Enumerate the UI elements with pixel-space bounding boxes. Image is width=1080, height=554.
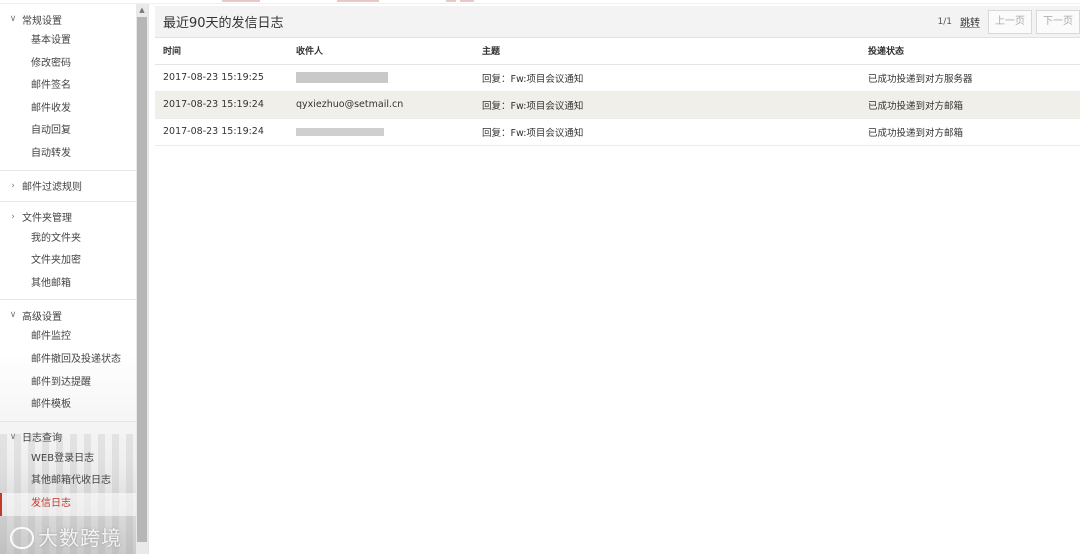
table-header-row: 时间 收件人 主题 投递状态	[155, 38, 1080, 65]
cell-time: 2017-08-23 15:19:25	[155, 64, 288, 92]
chevron-down-icon: ∨	[9, 431, 17, 442]
watermark: 大数跨境	[10, 522, 122, 551]
chevron-down-icon: ∨	[9, 310, 17, 321]
sidebar-item-recall-status[interactable]: 邮件撤回及投递状态	[0, 349, 136, 372]
column-header-subject[interactable]: 主题	[474, 38, 860, 65]
cell-subject: 回复：Fw:项目会议通知	[474, 118, 860, 146]
send-log-table: 时间 收件人 主题 投递状态 2017-08-23 15:19:25 回复：Fw…	[155, 38, 1080, 146]
cell-recipient	[288, 118, 474, 146]
triangle-up-icon[interactable]: ▲	[136, 4, 148, 16]
jump-link[interactable]: 跳转	[960, 14, 980, 29]
table-row[interactable]: 2017-08-23 15:19:24 回复：Fw:项目会议通知 已成功投递到对…	[155, 118, 1080, 146]
redacted-recipient	[296, 127, 384, 136]
nav-group-label: 文件夹管理	[22, 213, 72, 225]
cell-time: 2017-08-23 15:19:24	[155, 91, 288, 119]
nav-group-label: 邮件过滤规则	[22, 182, 82, 194]
column-header-recipient[interactable]: 收件人	[288, 38, 474, 65]
nav-group-header[interactable]: ∨ 日志查询	[0, 426, 136, 448]
sidebar-item-send-receive[interactable]: 邮件收发	[0, 98, 136, 121]
table-row[interactable]: 2017-08-23 15:19:24 qyxiezhuo@setmail.cn…	[155, 91, 1080, 119]
prev-page-button[interactable]: 上一页	[988, 9, 1032, 34]
table-row[interactable]: 2017-08-23 15:19:25 回复：Fw:项目会议通知 已成功投递到对…	[155, 64, 1080, 92]
next-page-button[interactable]: 下一页	[1036, 9, 1080, 34]
watermark-text: 大数跨境	[38, 526, 122, 550]
sidebar-item-signature[interactable]: 邮件签名	[0, 75, 136, 98]
sidebar-item-my-folders[interactable]: 我的文件夹	[0, 228, 136, 251]
chevron-right-icon: ›	[11, 180, 15, 191]
page-indicator: 1/1	[937, 16, 952, 27]
nav-group-label: 高级设置	[22, 311, 62, 323]
column-header-status[interactable]: 投递状态	[860, 38, 1080, 65]
sidebar-item-basic-settings[interactable]: 基本设置	[0, 30, 136, 53]
cell-recipient: qyxiezhuo@setmail.cn	[288, 91, 474, 119]
nav-group-general: ∨ 常规设置 基本设置 修改密码 邮件签名 邮件收发 自动回复 自动转发	[0, 4, 136, 171]
sidebar-scrollbar[interactable]: ▲	[136, 4, 148, 554]
main-panel: 最近90天的发信日志 1/1 跳转 上一页 下一页 时间 收件人 主题 投递状态	[155, 6, 1080, 554]
chevron-down-icon: ∨	[9, 14, 17, 24]
nav-group-folders: › 文件夹管理 我的文件夹 文件夹加密 其他邮箱	[0, 202, 136, 301]
sidebar-item-arrival-alert[interactable]: 邮件到达提醒	[0, 372, 136, 395]
cell-subject: 回复：Fw:项目会议通知	[474, 91, 860, 119]
sidebar-item-mail-monitor[interactable]: 邮件监控	[0, 326, 136, 349]
sidebar-item-collect-log[interactable]: 其他邮箱代收日志	[0, 470, 136, 493]
pagination: 1/1 跳转 上一页 下一页	[938, 6, 1080, 38]
sidebar-item-mail-templates[interactable]: 邮件模板	[0, 394, 136, 417]
settings-sidebar: ∨ 常规设置 基本设置 修改密码 邮件签名 邮件收发 自动回复 自动转发 › 邮…	[0, 4, 136, 554]
chevron-right-icon: ›	[11, 211, 15, 222]
nav-group-label: 日志查询	[22, 433, 62, 445]
nav-group-logs: ∨ 日志查询 WEB登录日志 其他邮箱代收日志 发信日志	[0, 422, 136, 520]
sidebar-item-auto-reply[interactable]: 自动回复	[0, 120, 136, 143]
sidebar-item-change-password[interactable]: 修改密码	[0, 53, 136, 76]
nav-group-header[interactable]: ∨ 常规设置	[0, 8, 136, 30]
nav-group-header[interactable]: › 邮件过滤规则	[0, 175, 136, 197]
column-header-time[interactable]: 时间	[155, 38, 288, 65]
nav-group-label: 常规设置	[22, 15, 62, 27]
panel-header: 最近90天的发信日志 1/1 跳转 上一页 下一页	[155, 6, 1080, 38]
cell-subject: 回复：Fw:项目会议通知	[474, 64, 860, 92]
sidebar-item-send-log[interactable]: 发信日志	[0, 492, 136, 516]
nav-group-filter-rules: › 邮件过滤规则	[0, 171, 136, 202]
top-border	[0, 0, 1080, 4]
scrollbar-thumb[interactable]	[137, 17, 147, 542]
cell-status: 已成功投递到对方邮箱	[860, 118, 1080, 146]
sidebar-item-folder-encryption[interactable]: 文件夹加密	[0, 250, 136, 273]
sidebar-item-auto-forward[interactable]: 自动转发	[0, 143, 136, 166]
nav-group-header[interactable]: ∨ 高级设置	[0, 304, 136, 326]
redacted-recipient	[296, 72, 388, 83]
cell-time: 2017-08-23 15:19:24	[155, 118, 288, 146]
page-title: 最近90天的发信日志	[163, 16, 284, 31]
sidebar-item-web-login-log[interactable]: WEB登录日志	[0, 448, 136, 471]
watermark-logo-icon	[10, 527, 34, 549]
nav-group-header[interactable]: › 文件夹管理	[0, 206, 136, 228]
cell-status: 已成功投递到对方服务器	[860, 64, 1080, 92]
app-window: ∨ 常规设置 基本设置 修改密码 邮件签名 邮件收发 自动回复 自动转发 › 邮…	[0, 0, 1080, 554]
divider	[148, 4, 149, 554]
cell-recipient	[288, 64, 474, 92]
nav-group-advanced: ∨ 高级设置 邮件监控 邮件撤回及投递状态 邮件到达提醒 邮件模板	[0, 300, 136, 422]
sidebar-item-other-mailboxes[interactable]: 其他邮箱	[0, 273, 136, 296]
cell-status: 已成功投递到对方邮箱	[860, 91, 1080, 119]
